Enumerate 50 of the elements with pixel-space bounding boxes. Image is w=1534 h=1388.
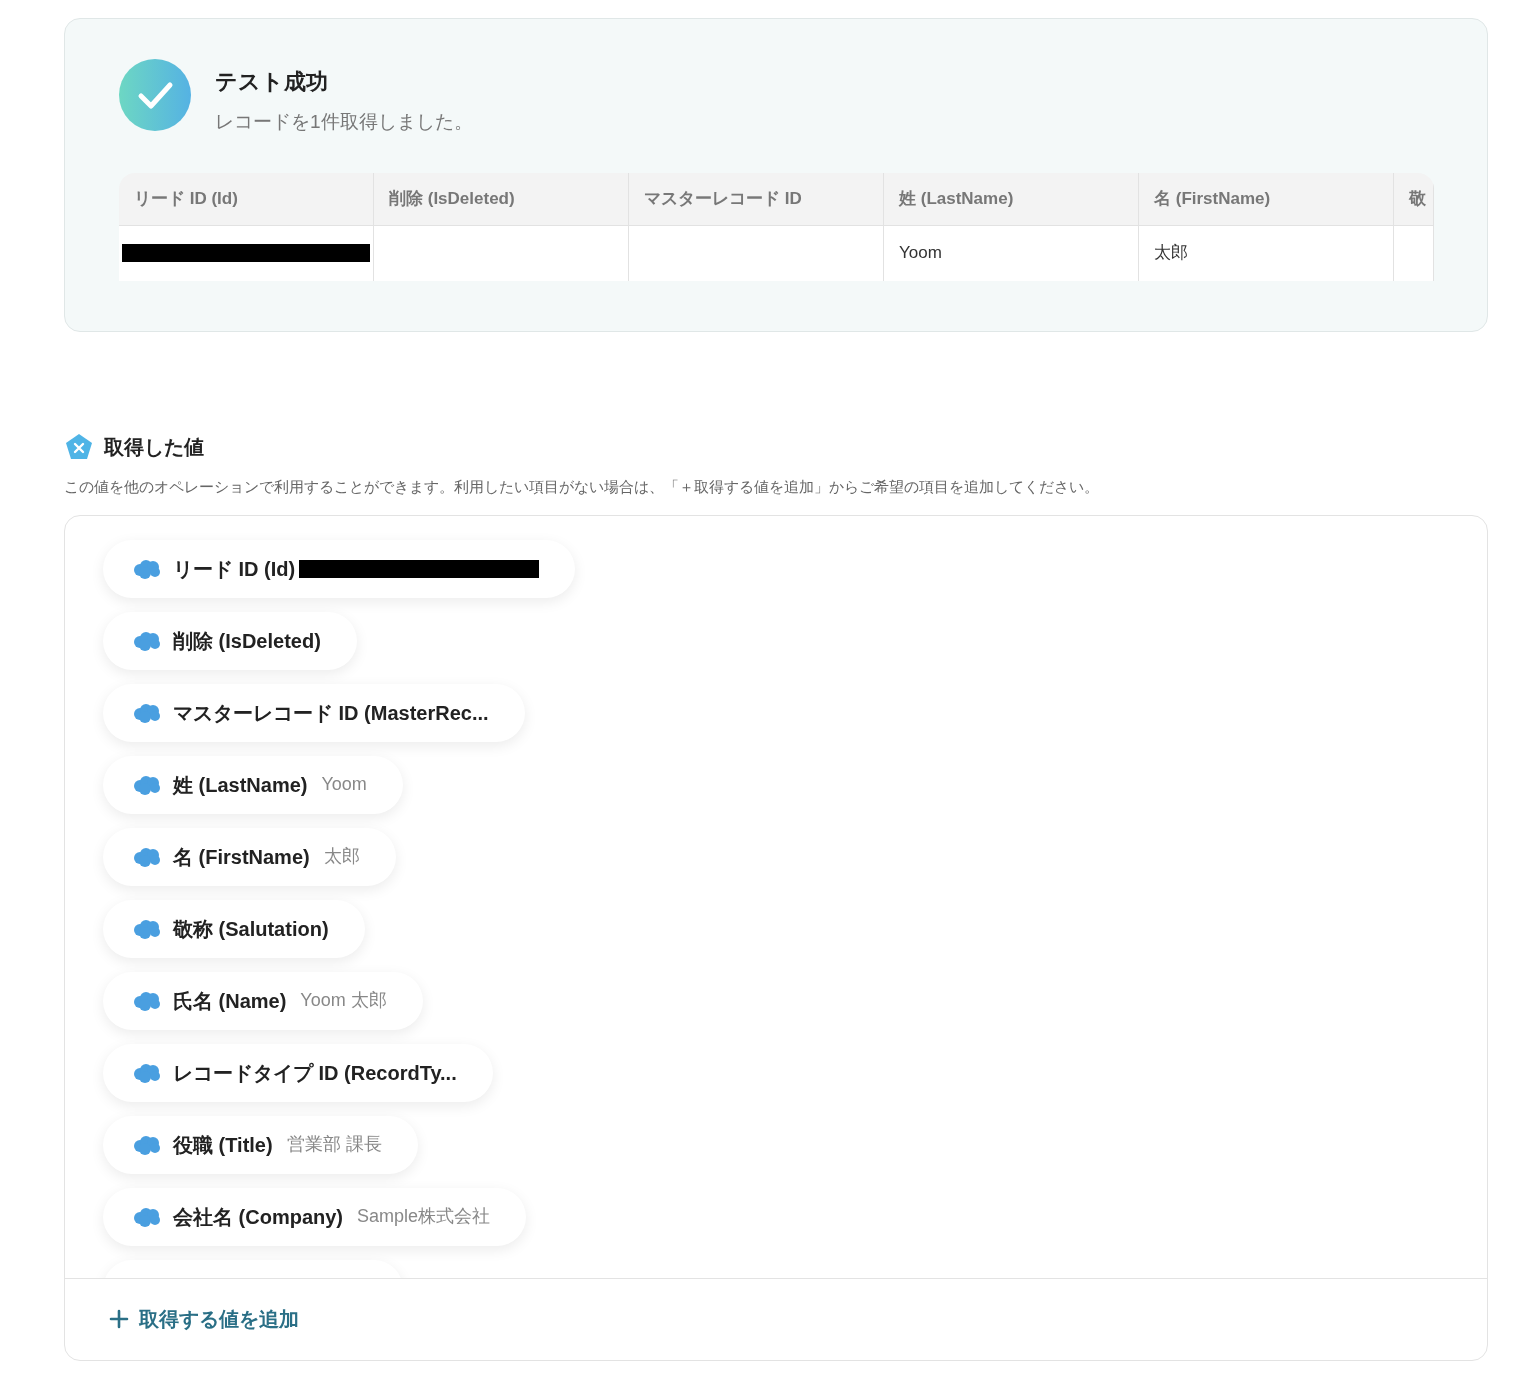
result-message: レコードを1件取得しました。	[215, 110, 473, 134]
cloud-icon	[133, 1206, 161, 1227]
plus-icon	[109, 1309, 129, 1329]
section-title: 取得した値	[104, 435, 204, 460]
value-chip[interactable]: 名 (FirstName) 太郎	[103, 827, 396, 886]
chip-label: リード ID (Id)	[173, 556, 296, 582]
cloud-icon	[133, 918, 161, 939]
column-header: リード ID (Id)	[119, 172, 374, 226]
value-chip[interactable]: 役職 (Title) 営業部 課長	[103, 1115, 418, 1174]
chip-label: 敬称 (Salutation)	[173, 916, 329, 942]
column-header: 姓 (LastName)	[884, 172, 1139, 226]
chip-label: 役職 (Title)	[173, 1132, 273, 1158]
value-chip[interactable]: レコードタイプ ID (RecordTy...	[103, 1043, 493, 1102]
value-chip[interactable]: マスターレコード ID (MasterRec...	[103, 683, 525, 742]
add-value-button[interactable]: 取得する値を追加	[105, 1300, 303, 1338]
table-cell: Yoom	[884, 225, 1139, 281]
chip-value: 営業部 課長	[286, 1133, 382, 1156]
chip-value: 太郎	[323, 845, 360, 868]
chip-label: レコードタイプ ID (RecordTy...	[173, 1060, 457, 1086]
result-title: テスト成功	[215, 68, 329, 96]
cloud-icon	[133, 702, 161, 723]
chip-value: Yoom 太郎	[300, 989, 387, 1012]
value-chip[interactable]: 氏名 (Name) Yoom 太郎	[103, 971, 423, 1030]
chip-label: 会社名 (Company)	[173, 1204, 343, 1230]
table-cell: 太郎	[1139, 225, 1394, 281]
cloud-icon	[133, 846, 161, 867]
value-chip[interactable]: 姓 (LastName) Yoom	[103, 755, 403, 814]
variable-icon	[64, 432, 94, 462]
cloud-icon	[133, 1134, 161, 1155]
cloud-icon	[133, 774, 161, 795]
column-header: マスターレコード ID	[629, 172, 884, 226]
chip-label: 姓 (LastName)	[173, 772, 308, 798]
value-chip[interactable]: 敬称 (Salutation)	[103, 899, 365, 958]
column-header: 敬	[1394, 172, 1434, 226]
value-chip[interactable]: 削除 (IsDeleted)	[103, 611, 357, 670]
chip-label: 名 (FirstName)	[173, 844, 310, 870]
value-chip[interactable]: リード ID (Id)	[103, 539, 576, 598]
cloud-icon	[133, 990, 161, 1011]
cloud-icon	[133, 1062, 161, 1083]
chip-label: 削除 (IsDeleted)	[173, 628, 321, 654]
value-chip[interactable]: 会社名 (Company) Sample株式会社	[103, 1187, 527, 1246]
chip-label: マスターレコード ID (MasterRec...	[173, 700, 489, 726]
section-description: この値を他のオペレーションで利用することができます。利用したい項目がない場合は、「＋取得する値を追加」からご希望の項目を追加してください。	[64, 477, 1100, 497]
cloud-icon	[133, 630, 161, 651]
column-header: 名 (FirstName)	[1139, 172, 1394, 226]
chip-label: 氏名 (Name)	[173, 988, 287, 1014]
column-header: 削除 (IsDeleted)	[374, 172, 629, 226]
chip-value: Sample株式会社	[357, 1205, 491, 1228]
cloud-icon	[133, 558, 161, 579]
chip-value: Yoom	[321, 773, 367, 796]
